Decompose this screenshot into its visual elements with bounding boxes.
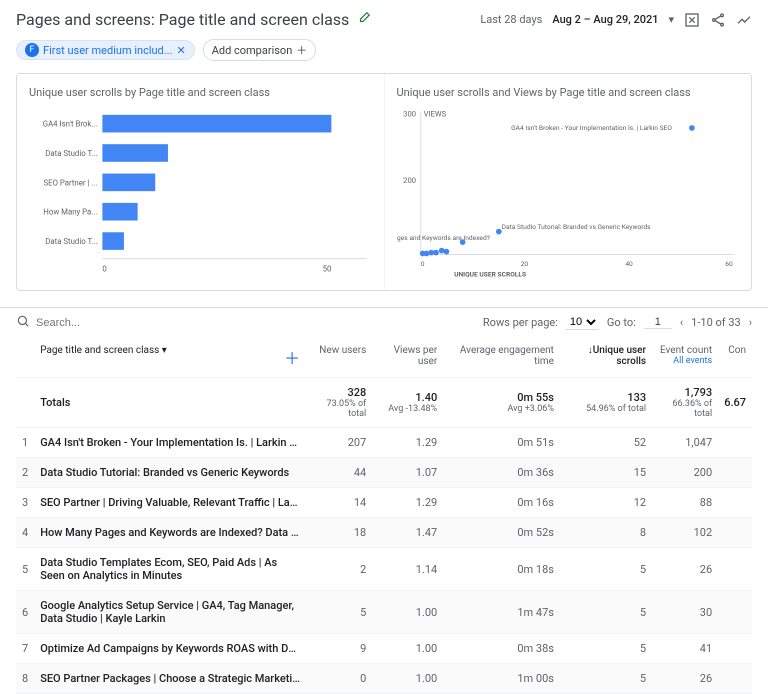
svg-text:GA4 Isn't Broken - Your Implem: GA4 Isn't Broken - Your Implementation I… [511,124,672,132]
svg-text:ges and Keywords are Indexed?: ges and Keywords are Indexed? [397,234,490,242]
page-range: 1-10 of 33 [691,316,741,329]
svg-text:0: 0 [420,260,424,268]
table-row[interactable]: 5Data Studio Templates Ecom, SEO, Paid A… [16,548,752,591]
table-row[interactable]: 8SEO Partner Packages | Choose a Strateg… [16,664,752,694]
page-title: Pages and screens: Page title and screen… [16,10,349,29]
add-comparison-chip[interactable]: Add comparison ＋ [203,39,317,61]
close-icon[interactable]: ✕ [176,44,185,57]
table-row[interactable]: 3SEO Partner | Driving Valuable, Relevan… [16,488,752,518]
col-avg-engagement[interactable]: Average engagement time [443,337,560,378]
goto-label: Go to: [607,316,636,329]
search-icon[interactable] [16,314,30,331]
insights-icon[interactable] [736,12,752,28]
scatter-chart-panel: Unique user scrolls and Views by Page ti… [384,74,752,290]
table-row[interactable]: 1GA4 Isn't Broken - Your Implementation … [16,428,752,458]
data-table: Page title and screen class ▾ ＋ New user… [16,337,752,694]
chevron-down-icon[interactable]: ▾ [668,13,674,26]
svg-text:Data Studio T...: Data Studio T... [45,149,97,158]
svg-text:0: 0 [102,264,106,273]
edit-icon[interactable] [357,11,371,28]
add-dimension-icon[interactable]: ＋ [284,345,300,369]
svg-text:200: 200 [403,176,416,185]
svg-text:Data Studio Tutorial: Branded: Data Studio Tutorial: Branded vs Generic… [501,223,651,231]
col-conversions[interactable]: Con [718,337,752,378]
share-icon[interactable] [710,12,726,28]
search-input[interactable] [36,317,477,329]
plus-icon: ＋ [296,42,307,58]
filter-chip[interactable]: F First user medium includ... ✕ [16,40,195,60]
scatter-chart-title: Unique user scrolls and Views by Page ti… [397,86,740,99]
customize-icon[interactable] [684,12,700,28]
table-row[interactable]: 4How Many Pages and Keywords are Indexed… [16,518,752,548]
svg-text:300: 300 [403,110,416,119]
svg-text:50: 50 [323,264,332,273]
table-row[interactable]: 6Google Analytics Setup Service | GA4, T… [16,591,752,634]
svg-text:60: 60 [725,260,733,268]
col-new-users[interactable]: New users [306,337,372,378]
bar-chart-title: Unique user scrolls by Page title and sc… [29,86,372,99]
svg-text:Data Studio T...: Data Studio T... [45,237,97,246]
table-row[interactable]: 2Data Studio Tutorial: Branded vs Generi… [16,458,752,488]
svg-text:SEO Partner | ...: SEO Partner | ... [44,178,98,187]
table-row[interactable]: 7Optimize Ad Campaigns by Keywords ROAS … [16,634,752,664]
bar-chart: GA4 Isn't Brok... Data Studio T... SEO P… [29,107,372,283]
filter-badge: F [25,43,39,57]
rows-per-page-select[interactable]: 10 [566,315,599,330]
next-page-icon[interactable]: › [749,316,752,329]
svg-text:40: 40 [625,260,633,268]
svg-text:GA4 Isn't Brok...: GA4 Isn't Brok... [43,120,98,129]
bar-chart-panel: Unique user scrolls by Page title and sc… [17,74,384,290]
svg-text:20: 20 [520,260,528,268]
date-range[interactable]: Aug 2 – Aug 29, 2021 [552,13,658,26]
date-range-label: Last 28 days [480,13,542,26]
svg-text:VIEWS: VIEWS [423,110,446,119]
filter-chip-label: First user medium includ... [43,44,172,57]
col-unique-scrolls[interactable]: ↓Unique user scrolls [560,337,652,378]
col-event-count[interactable]: Event countAll events [652,337,718,378]
svg-text:How Many Pa...: How Many Pa... [43,208,97,217]
totals-label: Totals [34,378,306,428]
dimension-header[interactable]: Page title and screen class ▾ ＋ [34,337,306,378]
prev-page-icon[interactable]: ‹ [680,316,683,329]
svg-text:UNIQUE USER SCROLLS: UNIQUE USER SCROLLS [454,270,526,278]
col-views-per-user[interactable]: Views per user [372,337,443,378]
rows-per-page-label: Rows per page: [483,316,558,329]
goto-input[interactable] [644,316,672,329]
scatter-chart: 300 200 VIEWS GA4 Isn't Broken - Your Im… [397,107,740,278]
add-comparison-label: Add comparison [212,44,293,57]
